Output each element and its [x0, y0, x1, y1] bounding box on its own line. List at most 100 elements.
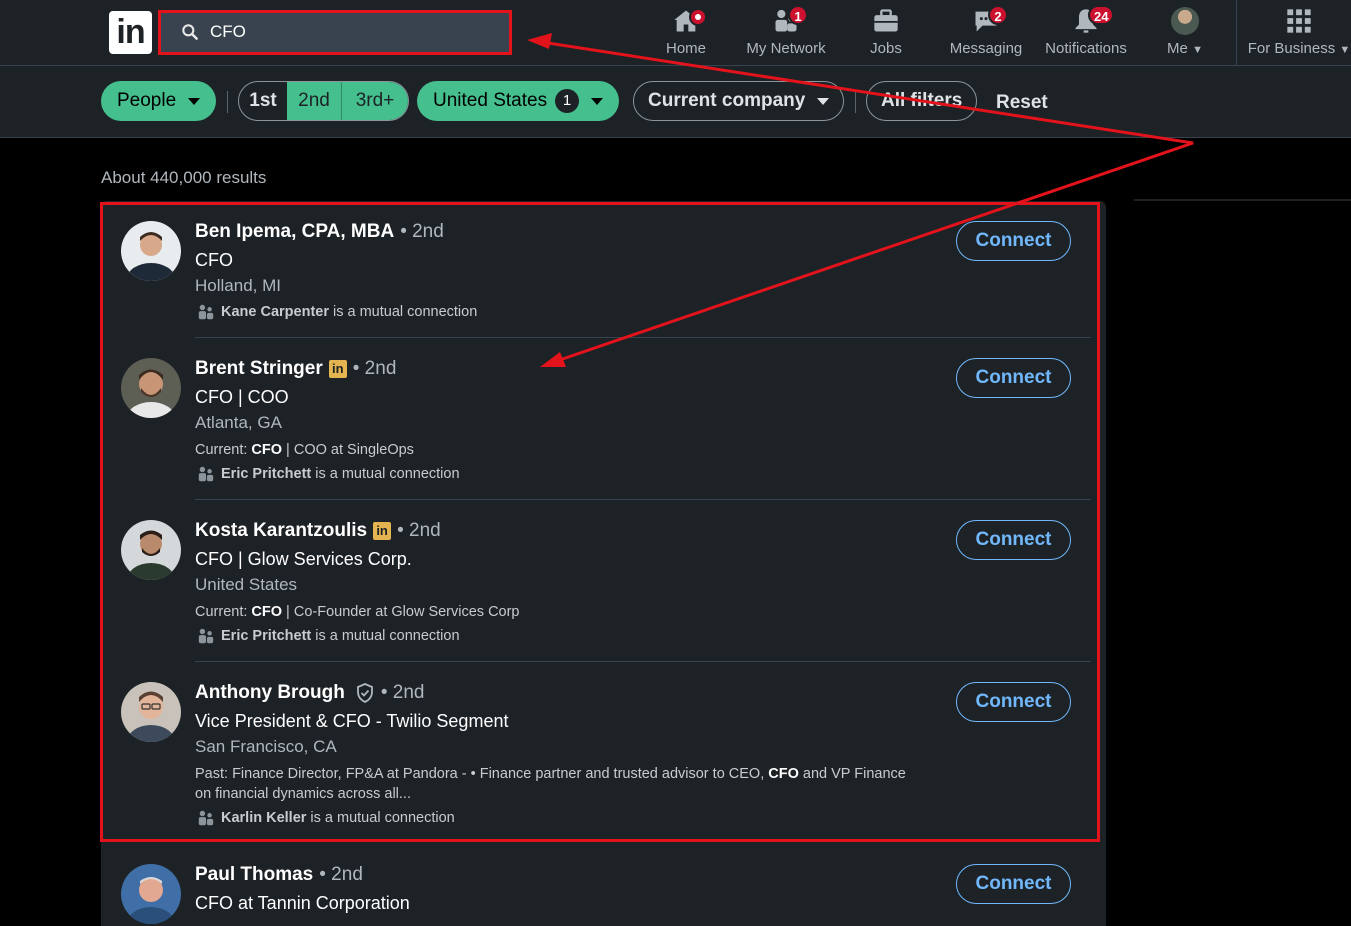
snippet-prefix: Past: Finance Director, FP&A at Pandora …: [195, 766, 769, 782]
nav-home-label: Home: [665, 40, 706, 57]
connect-button[interactable]: Connect: [956, 682, 1071, 722]
search-input[interactable]: [210, 22, 490, 42]
profile-photo[interactable]: [121, 682, 181, 742]
nav-for-business-label: For Business ▼: [1247, 40, 1351, 57]
reset-button[interactable]: Reset: [996, 92, 1048, 114]
connection-degree: • 2nd: [380, 682, 425, 703]
profile-location: United States: [195, 575, 298, 594]
all-filters-label: All filters: [881, 90, 963, 111]
linkedin-premium-icon: in: [373, 522, 392, 540]
caret-down-icon: [817, 97, 830, 105]
name-line: Anthony Brough • 2nd: [195, 682, 425, 704]
mutual-people-icon: [198, 466, 214, 482]
connection-degree-filter: 1st 2nd 3rd+: [238, 81, 409, 121]
result-card: Ben Ipema, CPA, MBA • 2nd CFO Holland, M…: [101, 201, 1106, 338]
connection-degree: • 2nd: [319, 864, 363, 885]
verified-shield-icon: [356, 683, 373, 703]
degree-3rd-toggle[interactable]: 3rd+: [341, 82, 408, 120]
profile-snippet: Past: Finance Director, FP&A at Pandora …: [195, 764, 925, 804]
network-badge: 1: [788, 5, 808, 25]
name-line: Kosta Karantzoulis in • 2nd: [195, 520, 441, 542]
snippet-highlight: CFO: [768, 766, 799, 782]
nav-messaging[interactable]: 2 Messaging: [946, 5, 1026, 62]
nav-my-network[interactable]: 1 My Network: [741, 5, 831, 62]
location-filter-button[interactable]: United States 1: [417, 81, 620, 121]
mutual-people-icon: [198, 628, 214, 644]
nav-divider: [1236, 0, 1237, 66]
profile-headline: CFO | COO: [195, 387, 289, 407]
profile-name[interactable]: Brent Stringer: [195, 358, 323, 380]
top-navigation: in Home 1 My Network Jobs 2 Messaging: [0, 0, 1351, 66]
profile-photo[interactable]: [121, 520, 181, 580]
nav-for-business[interactable]: For Business ▼: [1248, 6, 1350, 62]
profile-name[interactable]: Paul Thomas: [195, 864, 313, 886]
profile-name[interactable]: Anthony Brough: [195, 682, 345, 704]
chevron-down-icon: ▼: [1192, 44, 1203, 56]
linkedin-logo[interactable]: in: [109, 11, 152, 54]
connect-button[interactable]: Connect: [956, 520, 1071, 560]
profile-snippet: Current: CFO | Co-Founder at Glow Servic…: [195, 602, 925, 622]
nav-notifications-label: Notifications: [1045, 40, 1127, 57]
profile-headline: CFO at Tannin Corporation: [195, 893, 410, 913]
profile-photo[interactable]: [121, 221, 181, 281]
profile-photo[interactable]: [121, 864, 181, 924]
nav-messaging-label: Messaging: [949, 40, 1023, 57]
chevron-down-icon: ▼: [1339, 44, 1351, 56]
name-line: Brent Stringer in • 2nd: [195, 358, 396, 380]
all-filters-button[interactable]: All filters: [866, 81, 978, 121]
filter-divider: [227, 91, 228, 113]
caret-down-icon: [188, 97, 201, 105]
results-count: About 440,000 results: [101, 168, 267, 187]
caret-down-icon: [591, 97, 604, 105]
people-filter-label: People: [117, 90, 177, 111]
nav-my-network-label: My Network: [746, 40, 826, 57]
snippet-highlight: CFO: [251, 604, 283, 620]
profile-name[interactable]: Kosta Karantzoulis: [195, 520, 367, 542]
current-company-filter-button[interactable]: Current company: [633, 81, 845, 121]
snippet-prefix: Current:: [195, 442, 252, 458]
briefcase-icon: [874, 9, 898, 32]
nav-jobs[interactable]: Jobs: [864, 6, 908, 62]
connect-button[interactable]: Connect: [956, 221, 1071, 261]
location-count-badge: 1: [555, 89, 580, 113]
linkedin-premium-icon: in: [328, 360, 347, 378]
connection-degree: • 2nd: [400, 221, 444, 242]
degree-1st-toggle[interactable]: 1st: [239, 82, 287, 120]
result-card: Paul Thomas • 2nd CFO at Tannin Corporat…: [101, 844, 1106, 926]
profile-headline: CFO | Glow Services Corp.: [195, 549, 412, 569]
mutual-name: Eric Pritchett: [221, 628, 312, 644]
mutual-people-icon: [198, 304, 214, 320]
snippet-rest: | Co-Founder at Glow Services Corp: [282, 604, 520, 620]
profile-headline: CFO: [195, 250, 233, 270]
grid-icon: [1287, 9, 1311, 33]
mutual-name: Kane Carpenter: [221, 304, 329, 320]
mutual-suffix: is a mutual connection: [315, 466, 460, 482]
people-filter-button[interactable]: People: [101, 81, 217, 121]
nav-jobs-label: Jobs: [870, 40, 902, 57]
nav-me-label: Me ▼: [1167, 40, 1203, 57]
search-box[interactable]: [160, 12, 510, 52]
snippet-rest: | COO at SingleOps: [282, 442, 414, 458]
connect-button[interactable]: Connect: [956, 864, 1071, 904]
mutual-connection[interactable]: Kane Carpenter is a mutual connection: [197, 303, 477, 321]
nav-notifications[interactable]: 24 Notifications: [1040, 5, 1132, 62]
connection-degree: • 2nd: [397, 520, 441, 541]
mutual-connection[interactable]: Eric Pritchett is a mutual connection: [197, 465, 460, 483]
nav-me[interactable]: Me ▼: [1160, 6, 1210, 62]
name-line: Paul Thomas • 2nd: [195, 864, 363, 886]
mutual-suffix: is a mutual connection: [332, 304, 478, 320]
profile-headline: Vice President & CFO - Twilio Segment: [195, 711, 509, 731]
profile-location: San Francisco, CA: [195, 737, 337, 756]
mutual-connection[interactable]: Karlin Keller is a mutual connection: [197, 809, 455, 827]
mutual-name: Eric Pritchett: [221, 466, 312, 482]
location-filter-label: United States: [433, 90, 548, 111]
profile-location: Atlanta, GA: [195, 413, 282, 432]
mutual-connection[interactable]: Eric Pritchett is a mutual connection: [197, 627, 460, 645]
degree-2nd-toggle[interactable]: 2nd: [287, 82, 341, 120]
connect-button[interactable]: Connect: [956, 358, 1071, 398]
profile-location: Holland, MI: [195, 276, 281, 295]
nav-home[interactable]: Home: [660, 6, 712, 62]
notifications-badge: 24: [1088, 5, 1115, 25]
profile-name[interactable]: Ben Ipema, CPA, MBA: [195, 221, 394, 243]
profile-photo[interactable]: [121, 358, 181, 418]
